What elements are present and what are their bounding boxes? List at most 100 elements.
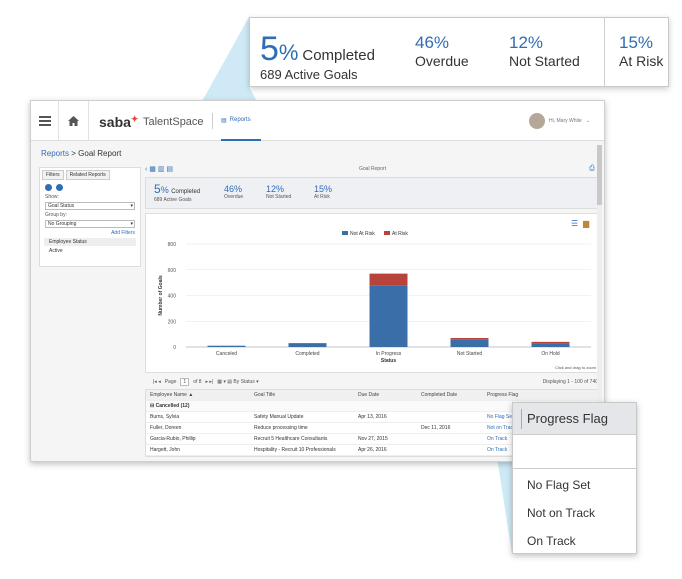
summary-strip: 5% Completed 689 Active Goals 46% Overdue… bbox=[145, 177, 600, 209]
flag-option-no-flag-set[interactable]: No Flag Set bbox=[513, 471, 636, 499]
chevron-down-icon: ⌄ bbox=[585, 118, 590, 124]
user-menu[interactable]: Hi, Mary White ⌄ bbox=[529, 113, 590, 129]
x-tick-label: On Hold bbox=[541, 351, 560, 357]
progress-flag-header[interactable]: Progress Flag bbox=[513, 403, 636, 435]
breadcrumb-current: Goal Report bbox=[78, 149, 122, 158]
column-completed-date[interactable]: Completed Date bbox=[417, 392, 483, 398]
x-tick-label: Completed bbox=[295, 351, 319, 357]
employee-status-section: Employee Status bbox=[44, 238, 136, 246]
cell-goal: Reduce processing time bbox=[254, 425, 308, 431]
cell-goal: Recruit 5 Healthcare Consultants bbox=[254, 436, 328, 442]
add-filters-link[interactable]: Add Filters bbox=[40, 229, 140, 237]
report-header: ‹ ▦ ▥ ▤ Goal Report ⎙ ⌃ bbox=[145, 163, 600, 175]
pager-page-label: Page bbox=[164, 379, 177, 385]
chart-bar bbox=[369, 285, 408, 347]
callout-at-risk: 15% At Risk bbox=[619, 33, 664, 69]
breadcrumb-reports-link[interactable]: Reports bbox=[41, 149, 69, 158]
pager-first-icon[interactable]: |◂ ◂ bbox=[153, 379, 161, 385]
pager-displaying: Displaying 1 - 100 of 740 bbox=[542, 379, 598, 385]
chart-bar bbox=[450, 337, 489, 340]
callout-overdue: 46% Overdue bbox=[415, 33, 469, 69]
show-label: Show: bbox=[45, 194, 59, 200]
zoom-note: Click and drag to zoom bbox=[555, 365, 597, 370]
chart-bar bbox=[369, 273, 408, 286]
home-button[interactable] bbox=[59, 101, 89, 141]
report-view-toolbar[interactable]: ‹ ▦ ▥ ▤ bbox=[145, 165, 173, 173]
summary-not-started: 12% Not Started bbox=[266, 184, 292, 200]
save-icon[interactable] bbox=[56, 184, 63, 191]
y-tick-label: 200 bbox=[168, 319, 177, 325]
y-tick-label: 0 bbox=[173, 345, 176, 351]
cell-employee: Burns, Sylvia bbox=[150, 414, 180, 420]
product-name: TalentSpace bbox=[143, 116, 204, 128]
cell-employee: Fuller, Doreen bbox=[150, 425, 182, 431]
chart-menu-icon: ☰ bbox=[571, 219, 578, 228]
x-tick-label: In Progress bbox=[376, 351, 402, 357]
divider bbox=[212, 113, 213, 129]
chart-svg: 0 200 400 600 800 Not At Risk At Risk Canceled C… bbox=[158, 219, 597, 370]
legend-swatch bbox=[384, 231, 390, 235]
cell-completed: Dec 11, 2016 bbox=[421, 425, 451, 431]
legend-swatch bbox=[342, 231, 348, 235]
x-axis-label: Status bbox=[381, 358, 397, 364]
flag-option-not-on-track[interactable]: Not on Track bbox=[513, 499, 636, 527]
column-progress-flag[interactable]: Progress Flag bbox=[483, 392, 601, 398]
chart-bar bbox=[531, 341, 570, 344]
scrollbar-thumb[interactable] bbox=[597, 145, 602, 205]
chart-bar bbox=[288, 343, 327, 347]
user-greeting: Hi, Mary White bbox=[549, 118, 582, 124]
summary-overdue: 46% Overdue bbox=[224, 184, 244, 200]
legend-label: Not At Risk bbox=[350, 231, 375, 237]
top-bar: saba✦ TalentSpace ▤ Reports Hi, Mary Whi… bbox=[31, 101, 604, 141]
cell-goal: Hospitality - Recruit 10 Professionals bbox=[254, 447, 336, 453]
grouping-dropdown[interactable]: ▦ ▾ ▤ By Status ▾ bbox=[217, 379, 258, 385]
y-axis-label: Number of Goals bbox=[158, 275, 164, 316]
chart-bar bbox=[450, 339, 489, 347]
hamburger-icon bbox=[38, 114, 51, 128]
legend-label: At Risk bbox=[392, 231, 408, 237]
y-tick-label: 600 bbox=[168, 268, 177, 274]
summary-callout: 5% Completed 689 Active Goals 46% Overdue… bbox=[249, 17, 669, 88]
run-icon[interactable] bbox=[45, 184, 52, 191]
column-goal-title[interactable]: Goal Title bbox=[250, 392, 354, 398]
cell-due: Apr 13, 2016 bbox=[358, 414, 387, 420]
saba-logo: saba✦ bbox=[99, 114, 139, 130]
grid-header: Employee Name ▲ Goal Title Due Date Comp… bbox=[146, 390, 599, 401]
column-employee-name[interactable]: Employee Name ▲ bbox=[146, 392, 250, 398]
y-tick-label: 400 bbox=[168, 294, 177, 300]
tab-filters[interactable]: Filters bbox=[42, 170, 64, 180]
nav-reports-tab[interactable]: ▤ Reports bbox=[221, 101, 261, 141]
show-select[interactable]: Goal Status bbox=[45, 202, 135, 210]
y-tick-label: 800 bbox=[168, 242, 177, 248]
cell-due: Nov 27, 2015 bbox=[358, 436, 388, 442]
menu-button[interactable] bbox=[31, 101, 59, 141]
column-due-date[interactable]: Due Date bbox=[354, 392, 417, 398]
filter-panel: Filters Related Reports Show: Goal Statu… bbox=[39, 167, 141, 267]
pager-page-input[interactable]: 1 bbox=[180, 378, 190, 386]
status-chart[interactable]: 0 200 400 600 800 Not At Risk At Risk Canceled C… bbox=[145, 213, 600, 373]
chart-bar bbox=[531, 343, 570, 347]
breadcrumb: Reports > Goal Report bbox=[41, 149, 121, 158]
callout-not-started: 12% Not Started bbox=[509, 33, 580, 69]
group-by-select[interactable]: No Grouping bbox=[45, 220, 135, 228]
cell-due: Apr 26, 2016 bbox=[358, 447, 387, 453]
reports-icon: ▤ bbox=[221, 117, 227, 124]
cell-goal: Safety Manual Update bbox=[254, 414, 304, 420]
chart-bar bbox=[207, 345, 246, 347]
summary-at-risk: 15% At Risk bbox=[314, 184, 333, 200]
report-title: Goal Report bbox=[359, 166, 386, 172]
x-tick-label: Canceled bbox=[216, 351, 237, 357]
callout-completed: 5% Completed 689 Active Goals bbox=[260, 30, 375, 82]
x-tick-label: Not Started bbox=[457, 351, 483, 357]
employee-status-value: Active bbox=[49, 248, 63, 254]
progress-flag-filter[interactable] bbox=[513, 435, 636, 469]
cell-employee: Garcia-Rubio, Phillip bbox=[150, 436, 196, 442]
group-by-label: Group by: bbox=[45, 212, 67, 218]
flag-option-on-track[interactable]: On Track bbox=[513, 527, 636, 555]
pager-next-icon[interactable]: ▸ ▸| bbox=[206, 379, 214, 385]
home-icon bbox=[68, 116, 79, 126]
pager-page-of: of 8 bbox=[193, 379, 202, 385]
summary-completed: 5% Completed 689 Active Goals bbox=[154, 182, 201, 203]
progress-flag-callout: Progress Flag No Flag Set Not on Track O… bbox=[512, 402, 637, 554]
tab-related-reports[interactable]: Related Reports bbox=[65, 170, 110, 180]
